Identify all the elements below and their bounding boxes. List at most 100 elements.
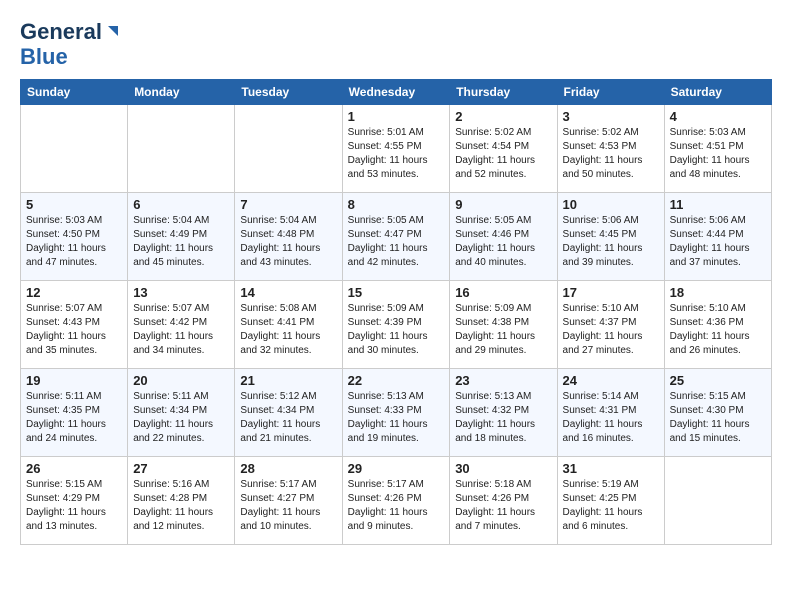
calendar-cell: 24Sunrise: 5:14 AM Sunset: 4:31 PM Dayli… xyxy=(557,369,664,457)
day-number: 29 xyxy=(348,461,445,476)
logo-text: General xyxy=(20,20,102,44)
calendar-cell: 15 Sunrise: 5:09 AM Sunset: 4:39 PM Dayli… xyxy=(342,281,450,369)
day-info: Sunrise: 5:16 AM Sunset: 4:28 PM Dayligh… xyxy=(133,478,229,534)
logo-blue-text: Blue xyxy=(20,44,68,69)
calendar-week-row: 5 Sunrise: 5:03 AM Sunset: 4:50 PM Daylig… xyxy=(21,193,772,281)
day-info: Sunrise: 5:09 AM Sunset: 4:39 PM Dayligh… xyxy=(348,302,445,358)
day-number: 19 xyxy=(26,373,122,388)
day-number: 2 xyxy=(455,109,551,124)
day-info: Sunrise: 5:05 AM Sunset: 4:47 PM Dayligh… xyxy=(348,214,445,270)
calendar-cell: 13 Sunrise: 5:07 AM Sunset: 4:42 PM Dayli… xyxy=(128,281,235,369)
weekday-header-friday: Friday xyxy=(557,80,664,105)
day-info: Sunrise: 5:03 AM Sunset: 4:51 PM Dayligh… xyxy=(670,126,766,182)
day-number: 25 xyxy=(670,373,766,388)
day-number: 3 xyxy=(563,109,659,124)
day-info: Sunrise: 5:07 AM Sunset: 4:42 PM Dayligh… xyxy=(133,302,229,358)
calendar-cell: 31 Sunrise: 5:19 AM Sunset: 4:25 PM Dayli… xyxy=(557,457,664,545)
day-number: 18 xyxy=(670,285,766,300)
day-number: 7 xyxy=(240,197,336,212)
weekday-header-monday: Monday xyxy=(128,80,235,105)
day-info: Sunrise: 5:18 AM Sunset: 4:26 PM Dayligh… xyxy=(455,478,551,534)
day-number: 9 xyxy=(455,197,551,212)
calendar-cell: 10 Sunrise: 5:06 AM Sunset: 4:45 PM Dayli… xyxy=(557,193,664,281)
calendar-cell: 17 Sunrise: 5:10 AM Sunset: 4:37 PM Dayli… xyxy=(557,281,664,369)
calendar-cell xyxy=(21,105,128,193)
day-number: 17 xyxy=(563,285,659,300)
day-info: Sunrise: 5:11 AM Sunset: 4:35 PM Dayligh… xyxy=(26,390,122,446)
day-info: Sunrise: 5:10 AM Sunset: 4:36 PM Dayligh… xyxy=(670,302,766,358)
calendar-cell xyxy=(664,457,771,545)
logo-arrow-icon xyxy=(104,22,122,40)
day-info: Sunrise: 5:08 AM Sunset: 4:41 PM Dayligh… xyxy=(240,302,336,358)
day-info: Sunrise: 5:03 AM Sunset: 4:50 PM Dayligh… xyxy=(26,214,122,270)
calendar-cell: 2 Sunrise: 5:02 AM Sunset: 4:54 PM Daylig… xyxy=(450,105,557,193)
calendar-cell: 14 Sunrise: 5:08 AM Sunset: 4:41 PM Dayli… xyxy=(235,281,342,369)
day-number: 10 xyxy=(563,197,659,212)
calendar-cell: 20 Sunrise: 5:11 AM Sunset: 4:34 PM Dayli… xyxy=(128,369,235,457)
calendar-cell xyxy=(235,105,342,193)
weekday-header-sunday: Sunday xyxy=(21,80,128,105)
day-number: 8 xyxy=(348,197,445,212)
day-info: Sunrise: 5:09 AM Sunset: 4:38 PM Dayligh… xyxy=(455,302,551,358)
day-number: 15 xyxy=(348,285,445,300)
day-info: Sunrise: 5:02 AM Sunset: 4:53 PM Dayligh… xyxy=(563,126,659,182)
day-info: Sunrise: 5:13 AM Sunset: 4:32 PM Dayligh… xyxy=(455,390,551,446)
day-info: Sunrise: 5:06 AM Sunset: 4:44 PM Dayligh… xyxy=(670,214,766,270)
logo: General Blue xyxy=(20,20,122,69)
day-info: Sunrise: 5:02 AM Sunset: 4:54 PM Dayligh… xyxy=(455,126,551,182)
day-info: Sunrise: 5:15 AM Sunset: 4:30 PM Dayligh… xyxy=(670,390,766,446)
day-number: 31 xyxy=(563,461,659,476)
day-number: 22 xyxy=(348,373,445,388)
calendar-cell: 4Sunrise: 5:03 AM Sunset: 4:51 PM Daylig… xyxy=(664,105,771,193)
day-info: Sunrise: 5:06 AM Sunset: 4:45 PM Dayligh… xyxy=(563,214,659,270)
calendar-cell xyxy=(128,105,235,193)
calendar-cell: 16Sunrise: 5:09 AM Sunset: 4:38 PM Dayli… xyxy=(450,281,557,369)
day-number: 20 xyxy=(133,373,229,388)
calendar-week-row: 12 Sunrise: 5:07 AM Sunset: 4:43 PM Dayli… xyxy=(21,281,772,369)
day-info: Sunrise: 5:11 AM Sunset: 4:34 PM Dayligh… xyxy=(133,390,229,446)
calendar-cell: 22 Sunrise: 5:13 AM Sunset: 4:33 PM Dayli… xyxy=(342,369,450,457)
day-number: 14 xyxy=(240,285,336,300)
calendar-cell: 7 Sunrise: 5:04 AM Sunset: 4:48 PM Daylig… xyxy=(235,193,342,281)
day-info: Sunrise: 5:10 AM Sunset: 4:37 PM Dayligh… xyxy=(563,302,659,358)
day-number: 12 xyxy=(26,285,122,300)
day-info: Sunrise: 5:17 AM Sunset: 4:27 PM Dayligh… xyxy=(240,478,336,534)
calendar-cell: 5 Sunrise: 5:03 AM Sunset: 4:50 PM Daylig… xyxy=(21,193,128,281)
day-info: Sunrise: 5:05 AM Sunset: 4:46 PM Dayligh… xyxy=(455,214,551,270)
calendar-cell: 8 Sunrise: 5:05 AM Sunset: 4:47 PM Daylig… xyxy=(342,193,450,281)
calendar-cell: 9 Sunrise: 5:05 AM Sunset: 4:46 PM Daylig… xyxy=(450,193,557,281)
day-info: Sunrise: 5:19 AM Sunset: 4:25 PM Dayligh… xyxy=(563,478,659,534)
calendar-cell: 23 Sunrise: 5:13 AM Sunset: 4:32 PM Dayli… xyxy=(450,369,557,457)
calendar-cell: 30 Sunrise: 5:18 AM Sunset: 4:26 PM Dayli… xyxy=(450,457,557,545)
calendar-week-row: 19 Sunrise: 5:11 AM Sunset: 4:35 PM Dayli… xyxy=(21,369,772,457)
day-number: 23 xyxy=(455,373,551,388)
day-info: Sunrise: 5:04 AM Sunset: 4:48 PM Dayligh… xyxy=(240,214,336,270)
calendar-cell: 6Sunrise: 5:04 AM Sunset: 4:49 PM Daylig… xyxy=(128,193,235,281)
day-number: 5 xyxy=(26,197,122,212)
calendar-cell: 1Sunrise: 5:01 AM Sunset: 4:55 PM Daylig… xyxy=(342,105,450,193)
day-number: 24 xyxy=(563,373,659,388)
calendar-cell: 21Sunrise: 5:12 AM Sunset: 4:34 PM Dayli… xyxy=(235,369,342,457)
day-info: Sunrise: 5:12 AM Sunset: 4:34 PM Dayligh… xyxy=(240,390,336,446)
calendar-header-row: SundayMondayTuesdayWednesdayThursdayFrid… xyxy=(21,80,772,105)
calendar-table: SundayMondayTuesdayWednesdayThursdayFrid… xyxy=(20,79,772,545)
day-number: 11 xyxy=(670,197,766,212)
day-number: 1 xyxy=(348,109,445,124)
day-number: 6 xyxy=(133,197,229,212)
day-number: 13 xyxy=(133,285,229,300)
day-info: Sunrise: 5:15 AM Sunset: 4:29 PM Dayligh… xyxy=(26,478,122,534)
day-number: 28 xyxy=(240,461,336,476)
calendar-cell: 11 Sunrise: 5:06 AM Sunset: 4:44 PM Dayli… xyxy=(664,193,771,281)
weekday-header-tuesday: Tuesday xyxy=(235,80,342,105)
calendar-cell: 27 Sunrise: 5:16 AM Sunset: 4:28 PM Dayli… xyxy=(128,457,235,545)
weekday-header-wednesday: Wednesday xyxy=(342,80,450,105)
weekday-header-thursday: Thursday xyxy=(450,80,557,105)
calendar-week-row: 1Sunrise: 5:01 AM Sunset: 4:55 PM Daylig… xyxy=(21,105,772,193)
calendar-cell: 19 Sunrise: 5:11 AM Sunset: 4:35 PM Dayli… xyxy=(21,369,128,457)
day-number: 27 xyxy=(133,461,229,476)
day-info: Sunrise: 5:13 AM Sunset: 4:33 PM Dayligh… xyxy=(348,390,445,446)
day-info: Sunrise: 5:07 AM Sunset: 4:43 PM Dayligh… xyxy=(26,302,122,358)
day-number: 30 xyxy=(455,461,551,476)
calendar-cell: 26Sunrise: 5:15 AM Sunset: 4:29 PM Dayli… xyxy=(21,457,128,545)
calendar-cell: 28 Sunrise: 5:17 AM Sunset: 4:27 PM Dayli… xyxy=(235,457,342,545)
